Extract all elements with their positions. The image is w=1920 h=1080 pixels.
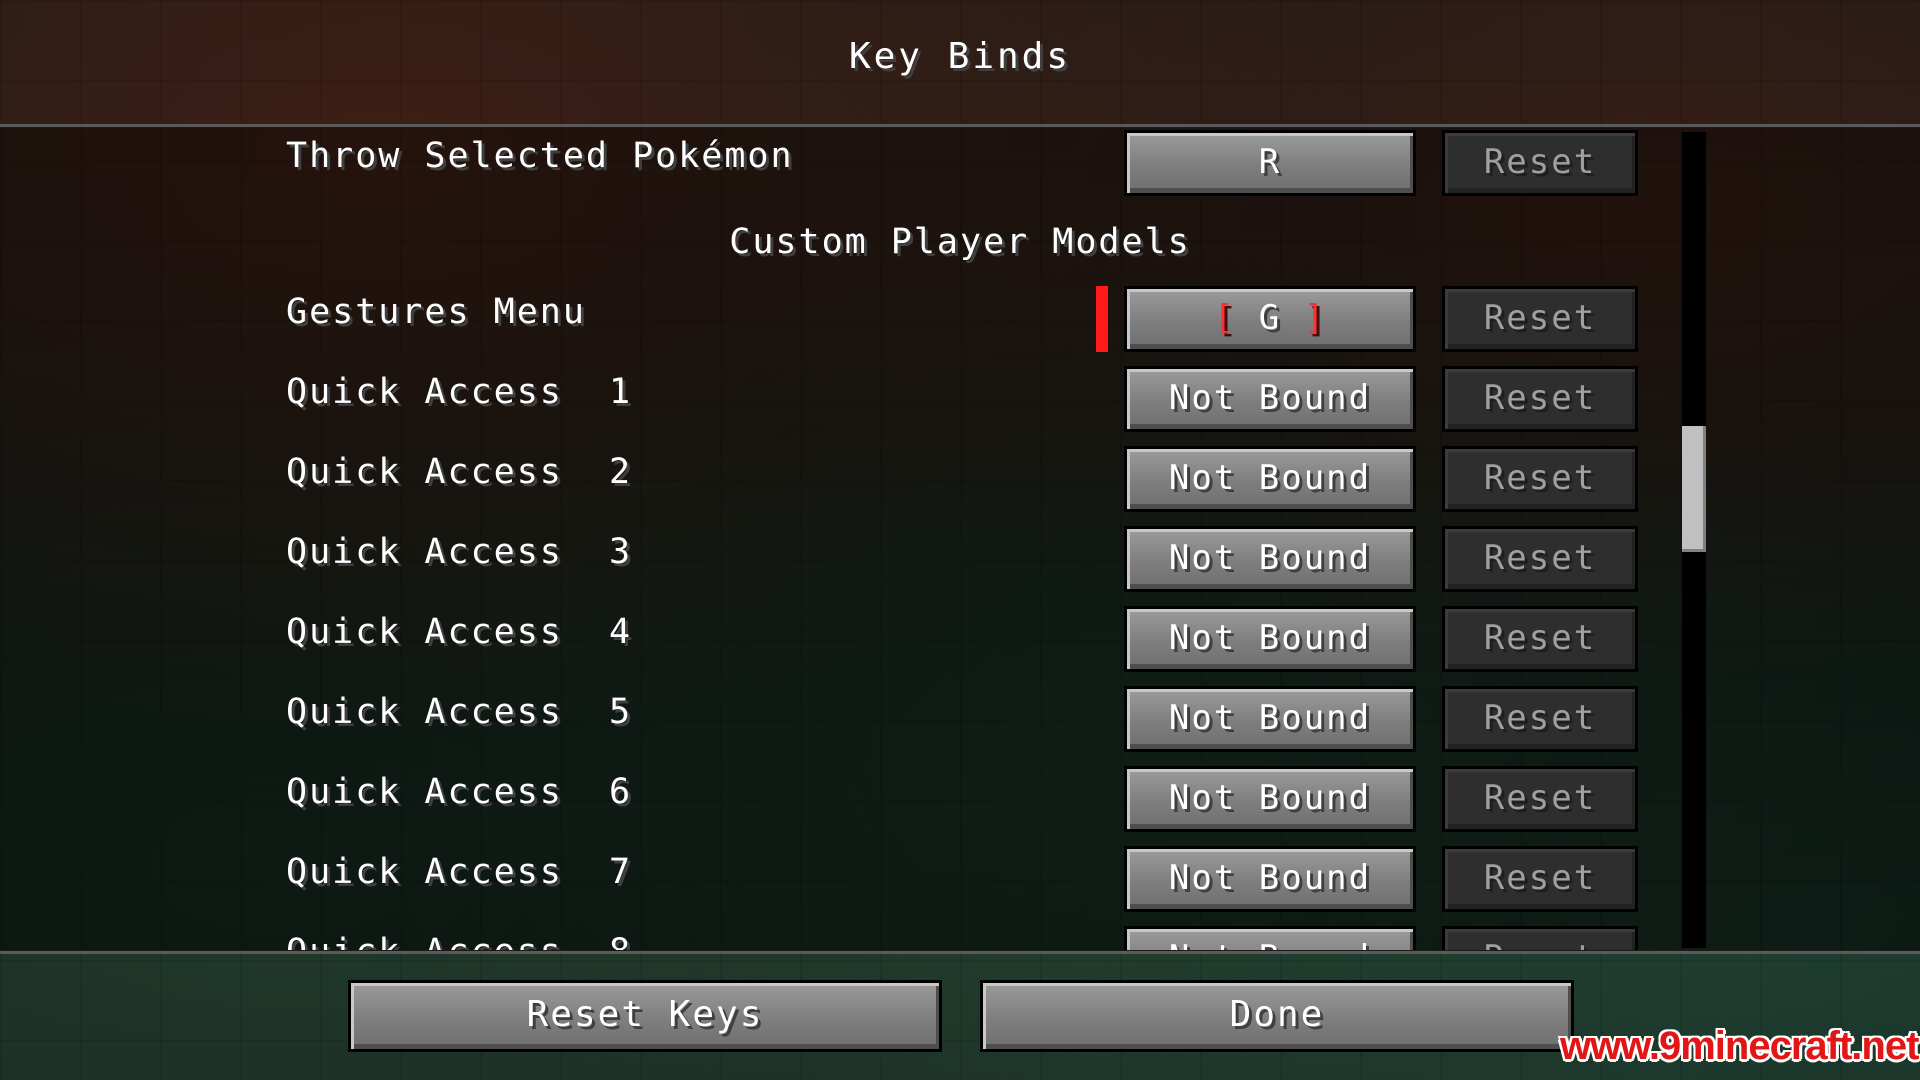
scrollbar-thumb[interactable] [1682, 426, 1706, 552]
category-heading: Custom Player Models [729, 222, 1191, 262]
reset-button[interactable]: Reset [1442, 446, 1638, 512]
key-button[interactable]: Not Bound [1124, 366, 1416, 432]
key-button[interactable]: R [1124, 130, 1416, 196]
keybind-row-quick-access-6: Quick Access 6 Not Bound Reset [0, 764, 1920, 832]
keybind-label: Quick Access 1 [286, 372, 633, 412]
keybind-row-quick-access-1: Quick Access 1 Not Bound Reset [0, 364, 1920, 432]
keybind-row-quick-access-3: Quick Access 3 Not Bound Reset [0, 524, 1920, 592]
bracket-open: [ [1213, 298, 1237, 338]
bottom-divider [0, 950, 1920, 954]
done-button[interactable]: Done [980, 980, 1574, 1052]
keybind-row-quick-access-8: Quick Access 8 Not Bound Reset [0, 924, 1920, 950]
key-button[interactable]: Not Bound [1124, 686, 1416, 752]
reset-button[interactable]: Reset [1442, 926, 1638, 950]
key-button[interactable]: Not Bound [1124, 526, 1416, 592]
key-button-active[interactable]: [ G ] [1124, 286, 1416, 352]
keybind-label: Quick Access 6 [286, 772, 633, 812]
keybind-label: Quick Access 7 [286, 852, 633, 892]
key-button[interactable]: Not Bound [1124, 606, 1416, 672]
reset-button[interactable]: Reset [1442, 686, 1638, 752]
keybind-list[interactable]: Throw Selected Pokémon R Reset Custom Pl… [0, 128, 1920, 950]
key-button[interactable]: Not Bound [1124, 446, 1416, 512]
key-button[interactable]: Not Bound [1124, 846, 1416, 912]
keybind-row-gestures-menu: Gestures Menu [ G ] Reset [0, 284, 1920, 352]
conflict-indicator [1096, 286, 1108, 352]
watermark-logo: www.9minecraft.net [1560, 1024, 1919, 1068]
reset-keys-button[interactable]: Reset Keys [348, 980, 942, 1052]
page-title: Key Binds [848, 36, 1072, 77]
keybind-row-quick-access-5: Quick Access 5 Not Bound Reset [0, 684, 1920, 752]
keybind-label: Throw Selected Pokémon [286, 136, 794, 176]
reset-button[interactable]: Reset [1442, 366, 1638, 432]
keybind-row-quick-access-7: Quick Access 7 Not Bound Reset [0, 844, 1920, 912]
keybind-label: Quick Access 2 [286, 452, 633, 492]
keybind-label: Quick Access 5 [286, 692, 633, 732]
reset-button[interactable]: Reset [1442, 766, 1638, 832]
reset-button[interactable]: Reset [1442, 606, 1638, 672]
keybind-row-quick-access-2: Quick Access 2 Not Bound Reset [0, 444, 1920, 512]
key-value: G [1258, 298, 1282, 338]
keybind-row-throw-pokemon: Throw Selected Pokémon R Reset [0, 128, 1920, 196]
reset-button[interactable]: Reset [1442, 286, 1638, 352]
reset-button[interactable]: Reset [1442, 846, 1638, 912]
keybind-label: Gestures Menu [286, 292, 586, 332]
key-button[interactable]: Not Bound [1124, 766, 1416, 832]
reset-button[interactable]: Reset [1442, 526, 1638, 592]
keybind-row-quick-access-4: Quick Access 4 Not Bound Reset [0, 604, 1920, 672]
keybind-label: Quick Access 8 [286, 932, 632, 950]
key-button[interactable]: Not Bound [1124, 926, 1416, 950]
bracket-close: ] [1303, 298, 1327, 338]
keybind-label: Quick Access 3 [286, 532, 633, 572]
reset-button[interactable]: Reset [1442, 130, 1638, 196]
keybind-label: Quick Access 4 [286, 612, 633, 652]
